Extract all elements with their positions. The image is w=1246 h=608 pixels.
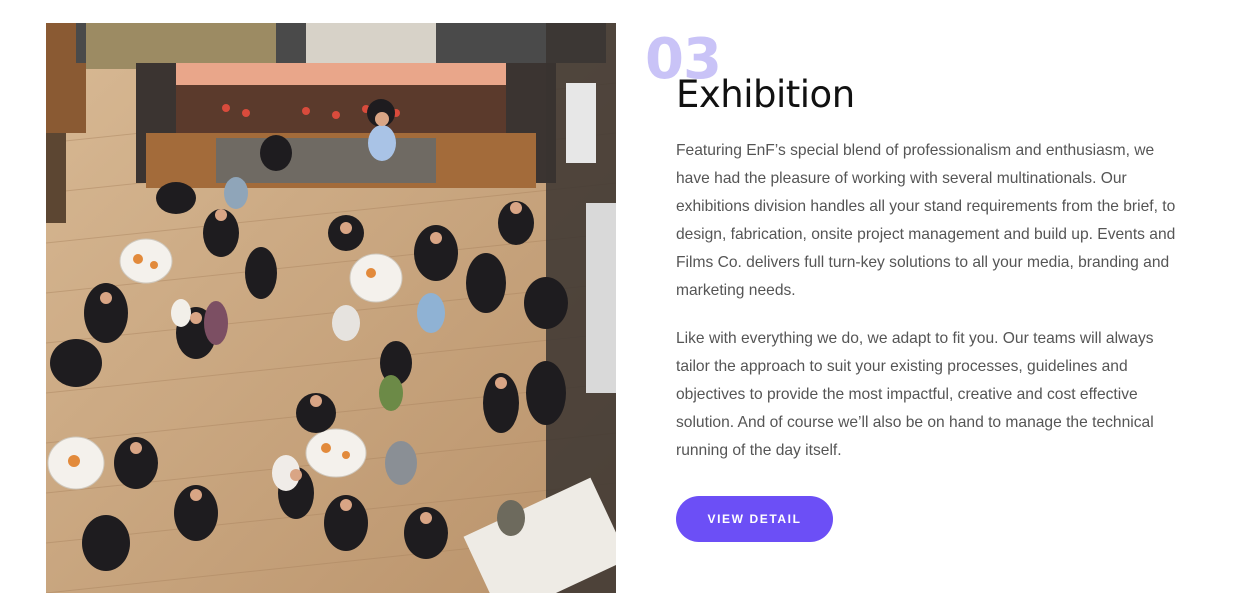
description-paragraph-1: Featuring EnF’s special blend of profess…	[676, 142, 1176, 299]
exhibition-section: 03 Exhibition Featuring EnF’s special bl…	[0, 0, 1246, 608]
exhibition-photo	[46, 23, 616, 593]
description-paragraph-2: Like with everything we do, we adapt to …	[676, 330, 1154, 459]
exhibition-photo-illustration	[46, 23, 616, 593]
view-detail-button[interactable]: VIEW DETAIL	[676, 496, 833, 542]
section-title: Exhibition	[676, 73, 855, 116]
